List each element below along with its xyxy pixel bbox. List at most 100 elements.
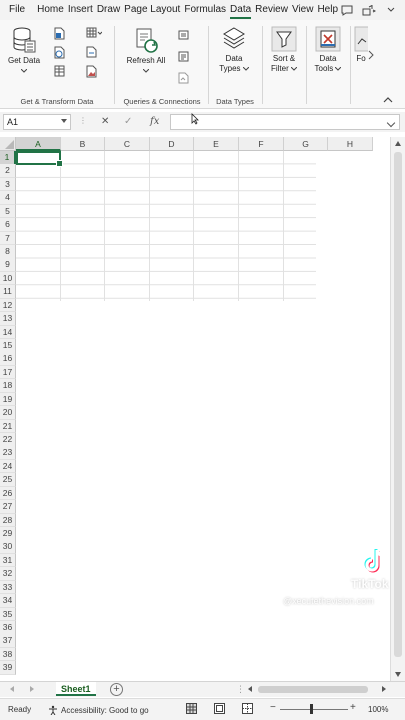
horizontal-scrollbar[interactable] (248, 684, 390, 695)
row-header-20[interactable]: 20 (0, 406, 16, 420)
ribbon-options-icon[interactable] (384, 4, 398, 16)
row-header-26[interactable]: 26 (0, 486, 16, 501)
properties-icon[interactable] (178, 51, 189, 62)
forecast-button[interactable]: Fo (354, 26, 368, 64)
collapse-ribbon-icon[interactable] (383, 96, 393, 104)
row-header-7[interactable]: 7 (0, 231, 16, 246)
row-header-3[interactable]: 3 (0, 177, 16, 192)
column-header-a[interactable]: A (16, 137, 61, 151)
sheet-tab-sheet1[interactable]: Sheet1 (56, 682, 96, 696)
row-header-2[interactable]: 2 (0, 164, 16, 178)
column-header-g[interactable]: G (284, 137, 328, 151)
zoom-in-button[interactable]: + (350, 702, 356, 713)
from-picture-icon[interactable] (86, 65, 97, 78)
zoom-out-button[interactable]: − (270, 702, 276, 713)
from-table-icon[interactable] (54, 65, 65, 77)
row-header-32[interactable]: 32 (0, 567, 16, 581)
row-header-30[interactable]: 30 (0, 540, 16, 554)
refresh-all-button[interactable]: Refresh All (126, 26, 166, 76)
row-header-24[interactable]: 24 (0, 459, 16, 474)
next-sheet-icon[interactable] (30, 686, 34, 692)
zoom-level[interactable]: 100% (368, 705, 388, 714)
name-box[interactable]: A1 (3, 114, 71, 130)
row-header-11[interactable]: 11 (0, 285, 16, 299)
column-header-e[interactable]: E (194, 137, 239, 151)
row-header-9[interactable]: 9 (0, 258, 16, 272)
scroll-left-icon[interactable] (248, 686, 252, 692)
enter-icon[interactable]: ✓ (124, 116, 132, 127)
tab-insert[interactable]: Insert (66, 0, 95, 20)
row-header-8[interactable]: 8 (0, 245, 16, 259)
vertical-scroll-thumb[interactable] (394, 152, 402, 657)
select-all-button[interactable] (0, 137, 16, 151)
tab-help[interactable]: Help (315, 0, 340, 20)
ribbon-scroll-right-icon[interactable] (368, 50, 374, 60)
existing-connections-icon[interactable] (86, 46, 97, 58)
row-header-33[interactable]: 33 (0, 580, 16, 595)
data-types-button[interactable]: Data Types (214, 26, 254, 74)
from-text-csv-icon[interactable] (54, 27, 65, 40)
row-header-15[interactable]: 15 (0, 339, 16, 353)
expand-formula-bar-icon[interactable] (386, 118, 396, 128)
row-header-28[interactable]: 28 (0, 513, 16, 528)
row-header-29[interactable]: 29 (0, 527, 16, 541)
row-header-10[interactable]: 10 (0, 271, 16, 286)
previous-sheet-icon[interactable] (10, 686, 14, 692)
row-header-13[interactable]: 13 (0, 312, 16, 326)
formula-input[interactable] (170, 114, 400, 130)
row-header-37[interactable]: 37 (0, 634, 16, 648)
row-header-27[interactable]: 27 (0, 500, 16, 514)
row-header-16[interactable]: 16 (0, 352, 16, 366)
row-header-12[interactable]: 12 (0, 298, 16, 313)
column-header-b[interactable]: B (61, 137, 105, 151)
tab-splitter-icon[interactable]: ⋮ (236, 684, 245, 695)
share-icon[interactable] (362, 4, 377, 16)
tab-file[interactable]: File (0, 0, 35, 20)
formula-bar-dots-icon[interactable]: ⋮ (79, 116, 87, 125)
row-header-25[interactable]: 25 (0, 473, 16, 487)
column-header-f[interactable]: F (239, 137, 284, 151)
row-header-21[interactable]: 21 (0, 419, 16, 434)
row-header-31[interactable]: 31 (0, 553, 16, 568)
row-header-38[interactable]: 38 (0, 647, 16, 662)
row-header-18[interactable]: 18 (0, 379, 16, 393)
zoom-slider-thumb[interactable] (310, 704, 313, 714)
row-header-1[interactable]: 1 (0, 151, 16, 165)
active-cell-a1[interactable] (16, 151, 63, 167)
scroll-down-icon[interactable] (395, 672, 401, 677)
add-sheet-button[interactable]: + (110, 683, 123, 696)
column-header-d[interactable]: D (150, 137, 194, 151)
column-header-c[interactable]: C (105, 137, 150, 151)
row-header-34[interactable]: 34 (0, 594, 16, 608)
scroll-up-icon[interactable] (395, 141, 401, 146)
queries-connections-icon[interactable] (178, 30, 189, 40)
row-header-19[interactable]: 19 (0, 392, 16, 407)
tab-page-layout[interactable]: Page Layout (122, 0, 182, 20)
get-data-button[interactable]: Get Data (8, 26, 40, 76)
scroll-right-icon[interactable] (382, 686, 386, 692)
tab-formulas[interactable]: Formulas (182, 0, 228, 20)
tab-view[interactable]: View (290, 0, 316, 20)
row-header-23[interactable]: 23 (0, 446, 16, 460)
recent-sources-icon[interactable] (86, 27, 102, 39)
row-header-6[interactable]: 6 (0, 218, 16, 232)
row-header-14[interactable]: 14 (0, 325, 16, 340)
from-web-icon[interactable] (54, 46, 65, 59)
horizontal-scroll-thumb[interactable] (258, 686, 368, 693)
page-break-preview-icon[interactable] (242, 703, 253, 714)
zoom-slider[interactable] (280, 709, 348, 710)
normal-view-icon[interactable] (186, 703, 197, 714)
comments-icon[interactable] (340, 4, 354, 16)
data-tools-button[interactable]: Data Tools (310, 26, 346, 74)
tab-draw[interactable]: Draw (95, 0, 122, 20)
row-header-17[interactable]: 17 (0, 365, 16, 380)
accessibility-status[interactable]: Accessibility: Good to go (48, 705, 149, 715)
row-header-4[interactable]: 4 (0, 191, 16, 205)
edit-links-icon[interactable] (178, 72, 189, 84)
tab-review[interactable]: Review (253, 0, 290, 20)
tab-home[interactable]: Home (35, 0, 66, 20)
row-header-39[interactable]: 39 (0, 661, 16, 675)
column-header-h[interactable]: H (328, 137, 373, 151)
sort-filter-button[interactable]: Sort & Filter (266, 26, 302, 74)
cancel-icon[interactable]: ✕ (101, 116, 109, 127)
